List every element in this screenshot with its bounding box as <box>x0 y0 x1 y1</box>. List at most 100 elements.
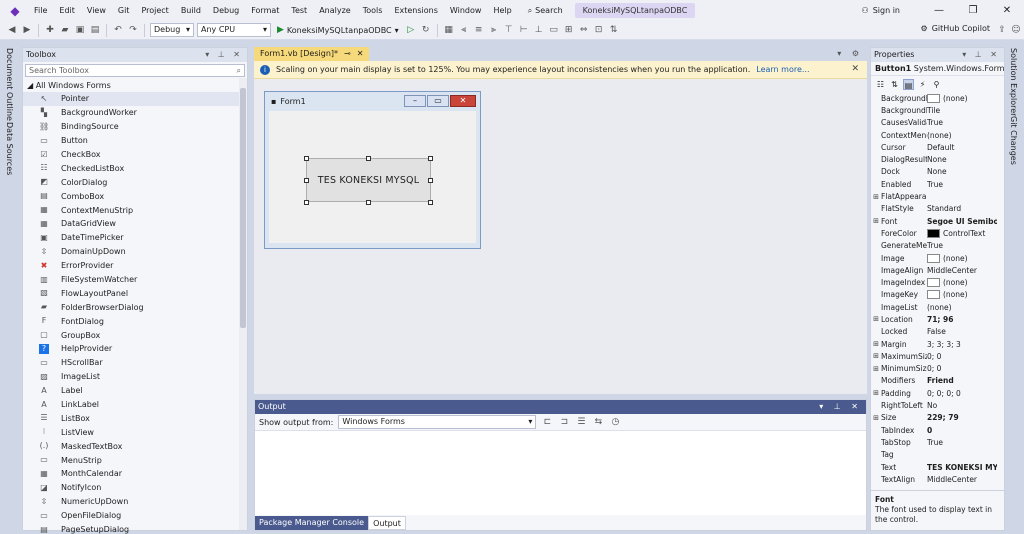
align-center-icon[interactable]: ≡ <box>473 24 485 36</box>
toolbox-item-datetimepicker[interactable]: ▣ DateTimePicker <box>23 231 247 245</box>
property-row-causesvalidation[interactable]: CausesValidationTrue <box>871 117 1004 129</box>
toolbox-item-combobox[interactable]: ▤ ComboBox <box>23 189 247 203</box>
close-window-button[interactable]: ✕ <box>990 5 1024 16</box>
minimize-button[interactable]: — <box>922 5 956 16</box>
property-row-tag[interactable]: Tag <box>871 449 1004 461</box>
property-value[interactable]: (none) <box>927 303 997 312</box>
find-next-icon[interactable]: ⊐ <box>558 416 570 428</box>
toolbox-item-fontdialog[interactable]: F FontDialog <box>23 314 247 328</box>
property-value[interactable]: (none) <box>927 278 997 288</box>
menu-test[interactable]: Test <box>285 0 313 21</box>
tab-form1-design[interactable]: Form1.vb [Design]* ⊸ ✕ <box>254 47 370 61</box>
property-row-cursor[interactable]: Cursor Default <box>871 141 1004 153</box>
back-icon[interactable]: ◀ <box>6 24 18 36</box>
property-row-tabindex[interactable]: TabIndex 0 <box>871 424 1004 436</box>
property-row-enabled[interactable]: Enabled True <box>871 178 1004 190</box>
save-all-icon[interactable]: ▤ <box>89 24 101 36</box>
property-row-text[interactable]: Text TES KONEKSI MY <box>871 461 1004 473</box>
align-bottom-icon[interactable]: ⊥ <box>533 24 545 36</box>
new-project-icon[interactable]: ✚ <box>44 24 56 36</box>
word-wrap-icon[interactable]: ⇆ <box>592 416 604 428</box>
property-row-minimumsize[interactable]: ⊞ MinimumSize 0; 0 <box>871 363 1004 375</box>
resize-handle[interactable] <box>304 178 309 183</box>
property-value[interactable]: 0; 0 <box>927 364 997 373</box>
expand-icon[interactable]: ⊞ <box>871 365 881 373</box>
expand-icon[interactable]: ⊞ <box>871 352 881 360</box>
property-value[interactable]: (none) <box>927 290 997 300</box>
toolbox-item-bindingsource[interactable]: ⛓ BindingSource <box>23 120 247 134</box>
toolbox-item-contextmenustrip[interactable]: ▦ ContextMenuStrip <box>23 203 247 217</box>
property-row-righttoleft[interactable]: RightToLeft No <box>871 399 1004 411</box>
toolbox-item-errorprovider[interactable]: ✖ ErrorProvider <box>23 259 247 273</box>
menu-edit[interactable]: Edit <box>53 0 81 21</box>
expand-icon[interactable]: ⊞ <box>871 315 881 323</box>
property-value[interactable]: (none) <box>927 131 997 140</box>
property-value[interactable]: True <box>927 118 997 127</box>
grid-icon[interactable]: ⊞ <box>563 24 575 36</box>
sign-in-link[interactable]: Sign in <box>873 6 900 15</box>
test-connection-button[interactable]: TES KONEKSI MYSQL <box>306 158 431 202</box>
form1-window[interactable]: ▪ Form1 – ▭ ✕ TES KONEKSI MYSQL <box>264 91 481 249</box>
expand-icon[interactable]: ⊞ <box>871 414 881 422</box>
clear-all-icon[interactable]: ☰ <box>575 416 587 428</box>
toolbox-item-helpprovider[interactable]: ? HelpProvider <box>23 342 247 356</box>
property-row-dock[interactable]: Dock None <box>871 166 1004 178</box>
tab-controls[interactable]: ▾ ⚙ <box>837 47 867 61</box>
property-row-imagelist[interactable]: ImageList (none) <box>871 301 1004 313</box>
tab-order-icon[interactable]: ⇅ <box>608 24 620 36</box>
find-previous-icon[interactable]: ⊏ <box>541 416 553 428</box>
toolbox-item-backgroundworker[interactable]: ▚ BackgroundWorker <box>23 106 247 120</box>
property-value[interactable]: TES KONEKSI MY <box>927 463 997 472</box>
align-top-icon[interactable]: ⊤ <box>503 24 515 36</box>
tab-package-manager-console[interactable]: Package Manager Console <box>255 516 369 530</box>
property-row-imageindex[interactable]: ImageIndex (none) <box>871 276 1004 288</box>
alphabetical-icon[interactable]: ⇅ <box>889 79 900 90</box>
close-icon[interactable]: ✕ <box>851 64 859 74</box>
close-icon[interactable]: ✕ <box>357 47 364 61</box>
menu-build[interactable]: Build <box>175 0 207 21</box>
resize-handle[interactable] <box>304 156 309 161</box>
property-row-padding[interactable]: ⊞ Padding 0; 0; 0; 0 <box>871 387 1004 399</box>
resize-handle[interactable] <box>428 200 433 205</box>
property-value[interactable]: 71; 96 <box>927 315 997 324</box>
visual-studio-logo-icon[interactable]: ◆ <box>8 4 22 18</box>
layout-icon[interactable]: ▦ <box>443 24 455 36</box>
property-row-forecolor[interactable]: ForeColor ControlText <box>871 227 1004 239</box>
property-row-backgroundimage[interactable]: BackgroundImage (none) <box>871 92 1004 104</box>
property-row-tabstop[interactable]: TabStop True <box>871 436 1004 448</box>
resize-handle[interactable] <box>304 200 309 205</box>
scrollbar-thumb[interactable] <box>240 88 246 328</box>
learn-more-link[interactable]: Learn more... <box>756 65 809 74</box>
property-row-imagealign[interactable]: ImageAlign MiddleCenter <box>871 264 1004 276</box>
share-icon[interactable]: ⇪ <box>996 24 1008 36</box>
toolbox-item-openfiledialog[interactable]: ▭ OpenFileDialog <box>23 509 247 523</box>
open-folder-icon[interactable]: ▰ <box>59 24 71 36</box>
forward-icon[interactable]: ▶ <box>21 24 33 36</box>
undo-icon[interactable]: ↶ <box>112 24 124 36</box>
property-value[interactable]: True <box>927 438 997 447</box>
toolbox-item-datagridview[interactable]: ▦ DataGridView <box>23 217 247 231</box>
toolbox-item-label[interactable]: A Label <box>23 384 247 398</box>
configuration-dropdown[interactable]: Debug ▾ <box>150 23 194 37</box>
align-left-icon[interactable]: ⫷ <box>458 24 470 36</box>
account-icon[interactable]: ⚇ <box>862 6 869 15</box>
spacing-icon[interactable]: ⇔ <box>578 24 590 36</box>
property-row-modifiers[interactable]: Modifiers Friend <box>871 375 1004 387</box>
toolbox-item-numericupdown[interactable]: ⇳ NumericUpDown <box>23 495 247 509</box>
start-without-debugging-icon[interactable]: ▷ <box>405 24 417 36</box>
property-value[interactable]: None <box>927 167 997 176</box>
property-value[interactable]: Standard <box>927 204 997 213</box>
property-row-backgroundimagelayout[interactable]: BackgroundImageLayoutTile <box>871 104 1004 116</box>
categorized-icon[interactable]: ☷ <box>875 79 886 90</box>
redo-icon[interactable]: ↷ <box>127 24 139 36</box>
toolbox-item-flowlayoutpanel[interactable]: ▧ FlowLayoutPanel <box>23 286 247 300</box>
restore-button[interactable]: ❐ <box>956 5 990 16</box>
git-changes-tab[interactable]: Git Changes <box>1009 116 1018 165</box>
menu-help[interactable]: Help <box>487 0 517 21</box>
design-surface[interactable]: ▪ Form1 – ▭ ✕ TES KONEKSI MYSQL <box>254 79 867 394</box>
expand-icon[interactable]: ⊞ <box>871 340 881 348</box>
property-row-dialogresult[interactable]: DialogResult None <box>871 153 1004 165</box>
toolbox-group-header[interactable]: ◢ All Windows Forms <box>23 79 247 92</box>
property-value[interactable]: Tile <box>927 106 997 115</box>
toolbox-item-checkedlistbox[interactable]: ☷ CheckedListBox <box>23 161 247 175</box>
